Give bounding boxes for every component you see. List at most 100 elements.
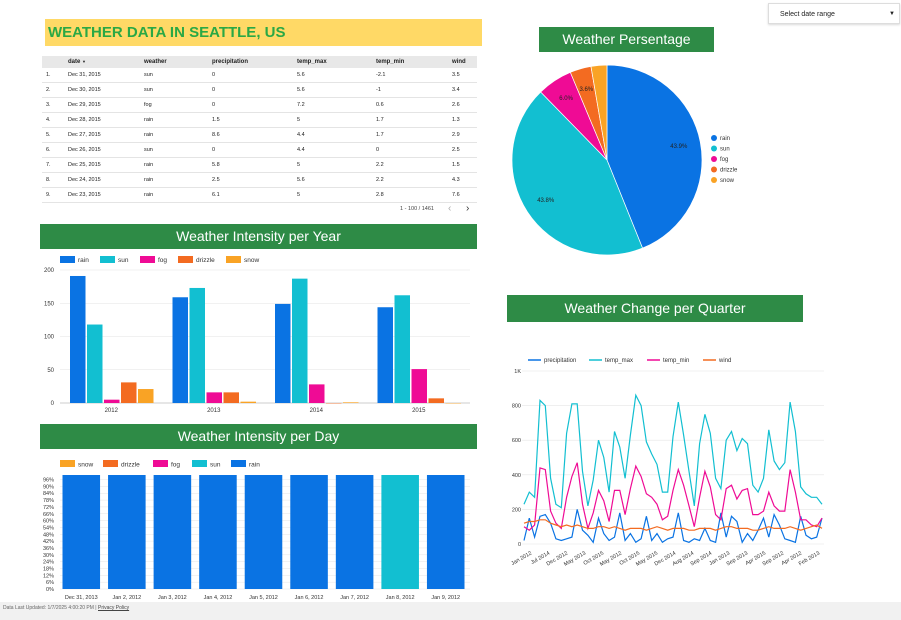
y-tick-label: 0% — [46, 587, 54, 593]
table-cell: 5. — [42, 127, 64, 143]
legend-label-wind: wind — [718, 358, 731, 364]
bar-sun-2012[interactable] — [87, 324, 103, 403]
bar-day-0[interactable] — [62, 475, 101, 589]
bar-rain-2013[interactable] — [172, 297, 189, 403]
table-row: 2. Dec 30, 2015 sun 0 5.6 -1 3.4 — [42, 82, 477, 98]
bar-day-4[interactable] — [244, 475, 283, 589]
column-header-weather[interactable]: weather — [140, 56, 208, 68]
table-cell: Dec 24, 2015 — [64, 172, 140, 188]
y-tick-label: 48% — [43, 532, 54, 538]
x-tick-label: Jan 7, 2012 — [340, 595, 369, 601]
table-cell: 2.2 — [372, 157, 448, 173]
table-cell: 4. — [42, 112, 64, 128]
y-tick-label: 400 — [512, 473, 521, 479]
bar-drizzle-2012[interactable] — [121, 382, 137, 403]
table-cell: fog — [140, 97, 208, 113]
column-header-temp-max[interactable]: temp_max — [293, 56, 372, 68]
table-cell: 6. — [42, 142, 64, 158]
column-header-date[interactable]: date ▼ — [64, 56, 140, 68]
y-tick-label: 96% — [43, 478, 54, 484]
table-cell: sun — [140, 68, 208, 83]
table-cell: Dec 28, 2015 — [64, 112, 140, 128]
year-chart-title: Weather Intensity per Year — [40, 224, 477, 249]
bar-fog-2012[interactable] — [104, 399, 120, 403]
legend-marker-rain — [60, 256, 75, 263]
bar-sun-2014[interactable] — [292, 278, 308, 403]
bar-snow-2012[interactable] — [138, 389, 154, 403]
bar-sun-2013[interactable] — [189, 287, 206, 403]
table-cell: 7.6 — [448, 187, 477, 203]
bar-day-8[interactable] — [426, 475, 465, 589]
day-chart-title: Weather Intensity per Day — [40, 424, 477, 449]
y-tick-label: 200 — [44, 268, 55, 274]
table-header-row: date ▼ weather precipitation temp_max te… — [42, 56, 477, 68]
table-row: 3. Dec 29, 2015 fog 0 7.2 0.6 2.6 — [42, 97, 477, 113]
table-row: 5. Dec 27, 2015 rain 8.6 4.4 1.7 2.9 — [42, 127, 477, 143]
table-cell: 3. — [42, 97, 64, 113]
legend-marker-sun — [711, 145, 717, 152]
table-cell: 1.7 — [372, 112, 448, 128]
table-cell: 1.5 — [448, 157, 477, 173]
day-bar-chart: snow drizzle fog sun rain96%90%84%78%72%66%6… — [43, 460, 470, 601]
bar-drizzle-2015[interactable] — [428, 398, 445, 403]
bar-day-6[interactable] — [335, 475, 374, 589]
bar-day-7[interactable] — [381, 475, 419, 589]
bar-fog-2013[interactable] — [206, 392, 223, 403]
table-cell: 0 — [208, 68, 293, 83]
table-cell: Dec 27, 2015 — [64, 127, 140, 143]
last-updated-text: Data Last Updated: 1/7/2025 4:00:20 PM — [3, 605, 94, 611]
table-cell: 0 — [372, 142, 448, 158]
bar-day-1[interactable] — [108, 475, 146, 589]
table-cell: Dec 23, 2015 — [64, 187, 140, 203]
bar-rain-2014[interactable] — [275, 303, 291, 403]
table-cell: Dec 26, 2015 — [64, 142, 140, 158]
bar-rain-2012[interactable] — [70, 275, 86, 403]
pie-data-label: 43.9% — [670, 144, 688, 150]
x-tick-label: Jan 3, 2012 — [158, 595, 187, 601]
table-cell: 4.4 — [293, 142, 372, 158]
table-cell: Dec 30, 2015 — [64, 82, 140, 98]
privacy-policy-link[interactable]: Privacy Policy — [98, 605, 129, 611]
sort-desc-icon[interactable]: ▼ — [82, 59, 86, 64]
table-cell: Dec 25, 2015 — [64, 157, 140, 173]
y-tick-label: 200 — [512, 507, 521, 513]
x-tick-label: 2015 — [412, 408, 426, 414]
table-cell: 1. — [42, 68, 64, 83]
chevron-down-icon: ▼ — [889, 11, 895, 17]
legend-label-snow: snow — [720, 178, 735, 184]
legend-label-fog: fog — [720, 157, 728, 163]
bar-rain-2015[interactable] — [377, 307, 394, 403]
x-tick-label: Jan 4, 2012 — [204, 595, 233, 601]
chevron-left-icon[interactable]: ‹ — [448, 203, 451, 214]
page-title: WEATHER DATA IN SEATTLE, US — [45, 19, 482, 46]
y-tick-label: 0 — [51, 401, 55, 407]
y-tick-label: 66% — [43, 512, 54, 518]
y-tick-label: 54% — [43, 525, 54, 531]
bar-snow-2014[interactable] — [343, 402, 359, 403]
x-tick-label: Jan 2, 2012 — [112, 595, 141, 601]
bar-day-5[interactable] — [290, 475, 328, 589]
legend-marker-snow — [711, 177, 717, 183]
date-range-dropdown[interactable]: Select date range ▼ — [768, 3, 900, 24]
table-cell: 5 — [293, 157, 372, 173]
table-row: 7. Dec 25, 2015 rain 5.8 5 2.2 1.5 — [42, 157, 477, 173]
table-cell: 2.8 — [372, 187, 448, 203]
table-row: 6. Dec 26, 2015 sun 0 4.4 0 2.5 — [42, 142, 477, 158]
legend-marker-drizzle — [178, 256, 193, 263]
bar-day-3[interactable] — [199, 475, 237, 589]
column-header-precipitation[interactable]: precipitation — [208, 56, 293, 68]
chevron-right-icon[interactable]: › — [466, 203, 469, 214]
bar-fog-2014[interactable] — [309, 384, 325, 403]
table-cell: rain — [140, 187, 208, 203]
bar-sun-2015[interactable] — [394, 295, 411, 403]
column-header-wind[interactable]: wind — [448, 56, 477, 68]
bar-day-2[interactable] — [153, 475, 192, 589]
table-cell: 2.6 — [448, 97, 477, 113]
column-header-temp-min[interactable]: temp_min — [372, 56, 448, 68]
bar-fog-2015[interactable] — [411, 369, 428, 403]
legend-label-snow: snow — [244, 257, 259, 264]
bar-drizzle-2013[interactable] — [223, 392, 240, 403]
y-tick-label: 24% — [43, 560, 54, 566]
bar-snow-2013[interactable] — [240, 401, 257, 403]
table-cell: sun — [140, 142, 208, 158]
